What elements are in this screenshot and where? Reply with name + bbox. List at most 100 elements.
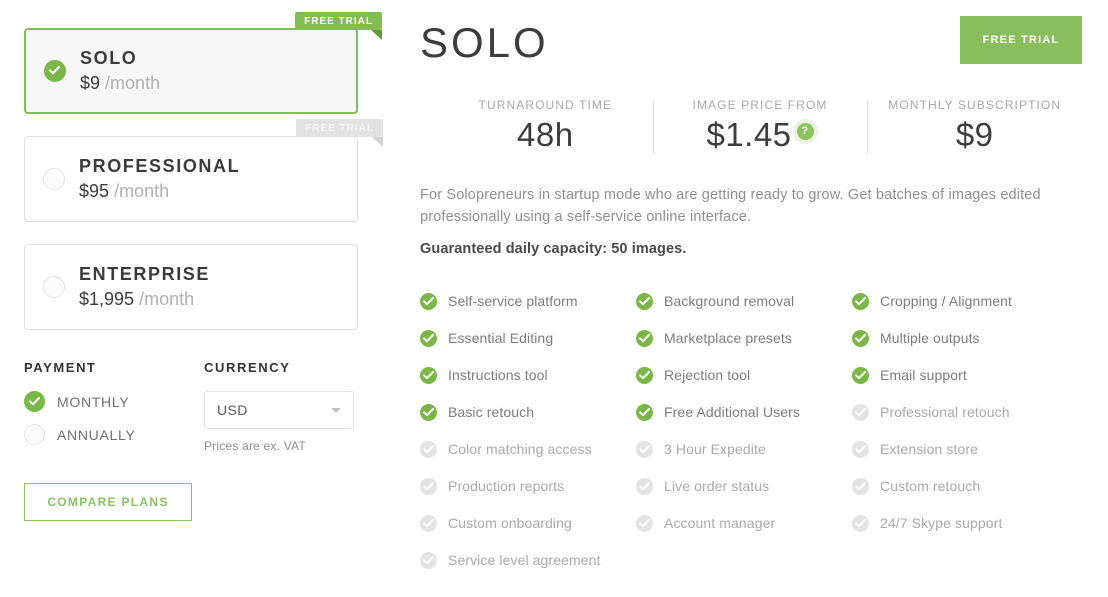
feature-row: Live order status bbox=[636, 468, 852, 505]
payment-option-annually[interactable]: ANNUALLY bbox=[24, 424, 204, 445]
stat-value-text: $1.45 bbox=[706, 116, 792, 153]
free-trial-ribbon: FREE TRIAL bbox=[296, 119, 383, 147]
plan-card-solo[interactable]: SOLO $9 /month FREE TRIAL bbox=[24, 12, 382, 114]
plan-price-amount: $9 bbox=[80, 73, 101, 94]
feature-row: Extension store bbox=[852, 431, 1082, 468]
stat-value: $1.45? bbox=[653, 116, 868, 154]
feature-label: Self-service platform bbox=[448, 293, 578, 310]
stat-item: MONTHLY SUBSCRIPTION $9 bbox=[867, 98, 1082, 154]
payment-options: PAYMENT MONTHLY ANNUALLY bbox=[24, 360, 204, 457]
feature-row: Multiple outputs bbox=[852, 320, 1082, 357]
plan-name: ENTERPRISE bbox=[79, 263, 211, 284]
payment-option-monthly[interactable]: MONTHLY bbox=[24, 391, 204, 412]
feature-label: Essential Editing bbox=[448, 330, 554, 347]
feature-label: Basic retouch bbox=[448, 404, 535, 421]
plan-card-professional[interactable]: PROFESSIONAL $95 /month FREE TRIAL bbox=[24, 119, 383, 222]
plan-price-period: /month bbox=[105, 73, 161, 94]
check-circle-disabled-icon bbox=[420, 551, 437, 569]
currency-options: CURRENCY USD Prices are ex. VAT bbox=[204, 360, 354, 457]
feature-row: Cropping / Alignment bbox=[852, 283, 1082, 320]
free-trial-ribbon: FREE TRIAL bbox=[295, 12, 382, 40]
feature-row: Marketplace presets bbox=[636, 320, 852, 357]
feature-label: Custom onboarding bbox=[448, 515, 572, 532]
feature-row: Professional retouch bbox=[852, 394, 1082, 431]
radio-icon[interactable] bbox=[24, 391, 45, 412]
plan-name: PROFESSIONAL bbox=[79, 155, 241, 176]
feature-label: Color matching access bbox=[448, 441, 592, 458]
check-circle-disabled-icon bbox=[420, 440, 437, 458]
check-circle-icon bbox=[636, 366, 653, 384]
plan-radio-professional[interactable] bbox=[43, 168, 65, 190]
check-circle-icon bbox=[420, 403, 437, 421]
stat-item: TURNAROUND TIME 48h bbox=[438, 98, 653, 154]
feature-label: Production reports bbox=[448, 478, 565, 495]
check-circle-disabled-icon bbox=[636, 440, 653, 458]
feature-label: Background removal bbox=[664, 293, 795, 310]
chevron-down-icon bbox=[331, 408, 341, 413]
plan-radio-solo[interactable] bbox=[44, 60, 66, 82]
feature-row: 24/7 Skype support bbox=[852, 505, 1082, 542]
feature-row: Service level agreement bbox=[420, 542, 636, 579]
detail-header: SOLO FREE TRIAL bbox=[420, 16, 1082, 64]
check-circle-disabled-icon bbox=[852, 403, 869, 421]
radio-icon[interactable] bbox=[24, 424, 45, 445]
plan-name: SOLO bbox=[80, 47, 138, 68]
help-icon[interactable]: ? bbox=[796, 122, 814, 140]
plan-price-period: /month bbox=[139, 289, 195, 310]
stat-item: IMAGE PRICE FROM $1.45? bbox=[652, 98, 868, 154]
feature-label: Email support bbox=[880, 367, 967, 384]
feature-row: Color matching access bbox=[420, 431, 636, 468]
check-circle-icon bbox=[852, 366, 869, 384]
vat-note: Prices are ex. VAT bbox=[204, 439, 306, 453]
feature-row: Custom retouch bbox=[852, 468, 1082, 505]
plan-price: $1,995 /month bbox=[79, 287, 210, 311]
feature-row: Essential Editing bbox=[420, 320, 636, 357]
check-circle-icon bbox=[852, 292, 869, 310]
check-circle-icon bbox=[636, 403, 653, 421]
options-row: PAYMENT MONTHLY ANNUALLY CURRENCY USD Pri… bbox=[24, 360, 358, 457]
check-circle-disabled-icon bbox=[852, 477, 869, 495]
check-circle-disabled-icon bbox=[852, 440, 869, 458]
currency-selected-value: USD bbox=[217, 402, 248, 418]
feature-row: Free Additional Users bbox=[636, 394, 852, 431]
check-circle-icon bbox=[420, 292, 437, 310]
plan-selector-panel: SOLO $9 /month FREE TRIAL PROFESSIONAL $95 /… bbox=[24, 12, 383, 521]
stat-value: $9 bbox=[867, 116, 1082, 154]
stat-label: IMAGE PRICE FROM bbox=[692, 98, 828, 112]
stat-value-text: $9 bbox=[955, 116, 994, 153]
check-circle-icon bbox=[636, 329, 653, 347]
plan-description: For Solopreneurs in startup mode who are… bbox=[420, 186, 1041, 225]
check-circle-icon bbox=[636, 292, 653, 310]
feature-label: Cropping / Alignment bbox=[880, 293, 1012, 310]
plan-price: $95 /month bbox=[79, 179, 240, 203]
feature-row: Basic retouch bbox=[420, 394, 636, 431]
daily-capacity: Guaranteed daily capacity: 50 images. bbox=[420, 240, 687, 257]
free-trial-button[interactable]: FREE TRIAL bbox=[960, 16, 1082, 64]
feature-label: Account manager bbox=[664, 515, 776, 532]
plan-text: SOLO $9 /month bbox=[80, 47, 160, 96]
feature-column: Cropping / Alignment Multiple outputs Emai… bbox=[852, 283, 1082, 579]
payment-option-label: ANNUALLY bbox=[57, 426, 136, 443]
plan-price-amount: $1,995 bbox=[79, 289, 135, 310]
feature-column: Background removal Marketplace presets Rej… bbox=[636, 283, 852, 579]
currency-select[interactable]: USD bbox=[204, 391, 354, 429]
plan-detail-panel: SOLO FREE TRIAL TURNAROUND TIME 48h IMAGE … bbox=[420, 16, 1082, 579]
check-circle-disabled-icon bbox=[420, 514, 437, 532]
plan-radio-enterprise[interactable] bbox=[43, 276, 65, 298]
feature-label: Multiple outputs bbox=[880, 330, 980, 347]
feature-label: 24/7 Skype support bbox=[880, 515, 1003, 532]
feature-label: Marketplace presets bbox=[664, 330, 792, 347]
compare-plans-button[interactable]: COMPARE PLANS bbox=[24, 483, 192, 521]
pricing-page: SOLO $9 /month FREE TRIAL PROFESSIONAL $95 /… bbox=[0, 0, 1108, 597]
feature-row: 3 Hour Expedite bbox=[636, 431, 852, 468]
feature-label: 3 Hour Expedite bbox=[664, 441, 766, 458]
feature-label: Live order status bbox=[664, 478, 770, 495]
payment-option-label: MONTHLY bbox=[57, 393, 130, 410]
payment-radio-group[interactable]: MONTHLY ANNUALLY bbox=[24, 391, 204, 445]
check-circle-disabled-icon bbox=[636, 477, 653, 495]
feature-row: Instructions tool bbox=[420, 357, 636, 394]
check-circle-icon bbox=[852, 329, 869, 347]
plan-card-enterprise[interactable]: ENTERPRISE $1,995 /month bbox=[24, 244, 358, 330]
currency-label: CURRENCY bbox=[204, 360, 291, 375]
stats-row: TURNAROUND TIME 48h IMAGE PRICE FROM $1.45?… bbox=[420, 98, 1082, 154]
